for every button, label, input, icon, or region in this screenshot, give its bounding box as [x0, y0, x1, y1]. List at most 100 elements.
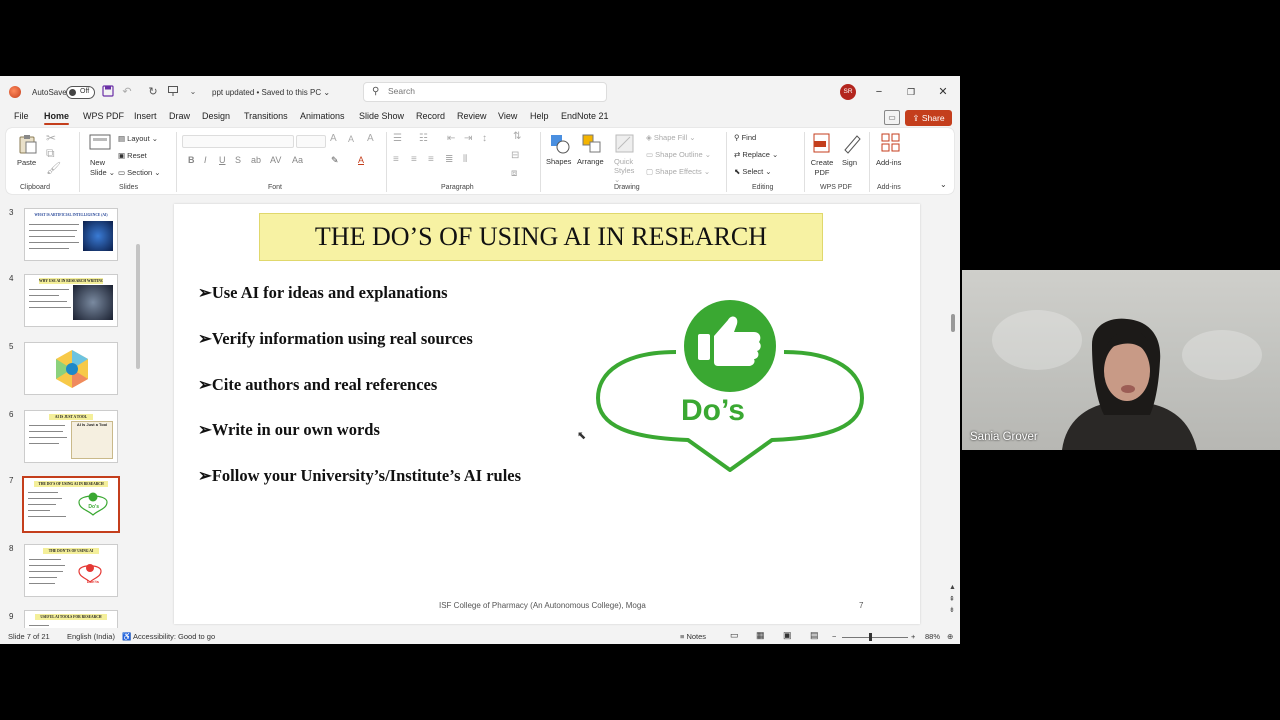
- close-icon[interactable]: ✕: [934, 83, 952, 101]
- bullet-item[interactable]: ➢Use AI for ideas and explanations: [198, 283, 448, 303]
- select-button[interactable]: ⬉ Select ⌄: [734, 167, 772, 176]
- tab-wps-pdf[interactable]: WPS PDF: [83, 111, 124, 121]
- tab-draw[interactable]: Draw: [169, 111, 190, 121]
- undo-icon[interactable]: ↶: [120, 85, 134, 99]
- normal-view-icon[interactable]: ▭: [730, 630, 739, 641]
- document-title[interactable]: ppt updated • Saved to this PC ⌄: [212, 88, 330, 97]
- shapes-icon[interactable]: [549, 133, 571, 154]
- slideshow-view-icon[interactable]: ▤: [810, 630, 819, 641]
- bullet-item[interactable]: ➢Follow your University’s/Institute’s AI…: [198, 466, 521, 486]
- quick-styles-icon[interactable]: [614, 133, 636, 153]
- tab-record[interactable]: Record: [416, 111, 445, 121]
- sign-icon[interactable]: [841, 132, 863, 154]
- numbering-icon[interactable]: ☷: [419, 133, 428, 144]
- slide-footer[interactable]: ISF College of Pharmacy (An Autonomous C…: [439, 601, 646, 610]
- present-icon[interactable]: [166, 85, 180, 99]
- search-input[interactable]: [388, 86, 588, 96]
- format-painter-icon[interactable]: 🖌: [46, 161, 61, 175]
- tab-endnote[interactable]: EndNote 21: [561, 111, 609, 121]
- cut-icon[interactable]: ✂: [46, 131, 56, 145]
- reading-view-icon[interactable]: ▣: [783, 630, 792, 641]
- scroll-up-icon[interactable]: ▲: [949, 584, 956, 591]
- tab-animations[interactable]: Animations: [300, 111, 345, 121]
- font-color-icon[interactable]: A: [358, 155, 364, 165]
- shape-fill-button[interactable]: ◈ Shape Fill ⌄: [646, 133, 696, 142]
- font-name-combo[interactable]: [182, 135, 294, 148]
- minimize-icon[interactable]: −: [870, 83, 888, 101]
- slide-thumbnail-3[interactable]: WHAT IS ARTIFICIAL INTELLIGENCE (AI): [24, 208, 118, 261]
- tab-home[interactable]: Home: [44, 111, 70, 125]
- slide-title[interactable]: THE DO’S OF USING AI IN RESEARCH: [259, 213, 823, 261]
- slide-number[interactable]: 7: [859, 601, 863, 610]
- share-button[interactable]: ⇪ Share: [905, 110, 952, 126]
- tab-transitions[interactable]: Transitions: [244, 111, 288, 121]
- zoom-in-icon[interactable]: +: [911, 632, 915, 641]
- change-case-icon[interactable]: Aa: [292, 155, 303, 165]
- tab-insert[interactable]: Insert: [134, 111, 157, 121]
- font-size-combo[interactable]: [296, 135, 326, 148]
- layout-button[interactable]: ▤ Layout ⌄: [118, 134, 158, 143]
- bullet-item[interactable]: ➢Write in our own words: [198, 420, 380, 440]
- zoom-slider[interactable]: [842, 633, 908, 641]
- shape-effects-button[interactable]: ▢ Shape Effects ⌄: [646, 167, 710, 176]
- clear-format-icon[interactable]: A: [367, 133, 374, 144]
- bold-icon[interactable]: B: [188, 155, 195, 165]
- reset-button[interactable]: ▣ Reset: [118, 151, 147, 160]
- zoom-level[interactable]: 88%: [925, 632, 940, 641]
- notes-button[interactable]: ≡ Notes: [680, 632, 706, 641]
- restore-icon[interactable]: ❐: [902, 83, 920, 101]
- paste-icon[interactable]: [17, 133, 39, 154]
- columns-icon[interactable]: ⫴: [463, 154, 467, 165]
- redo-icon[interactable]: ↻: [146, 85, 160, 99]
- collapse-ribbon-icon[interactable]: ⌄: [940, 180, 947, 189]
- align-center-icon[interactable]: ≡: [411, 154, 417, 165]
- slide-thumbnail-7[interactable]: THE DO'S OF USING AI IN RESEARCH Do's: [22, 476, 120, 533]
- bullet-item[interactable]: ➢Cite authors and real references: [198, 375, 437, 395]
- decrease-indent-icon[interactable]: ⇤: [447, 133, 455, 144]
- create-pdf-icon[interactable]: [811, 132, 833, 153]
- slide-thumbnail-5[interactable]: [24, 342, 118, 395]
- zoom-out-icon[interactable]: −: [832, 632, 836, 641]
- next-slide-icon[interactable]: ⇟: [949, 606, 955, 614]
- underline-icon[interactable]: U: [219, 155, 226, 165]
- smartart-icon[interactable]: ⧈: [511, 168, 517, 179]
- text-direction-icon[interactable]: ⇅: [513, 131, 521, 142]
- tab-review[interactable]: Review: [457, 111, 487, 121]
- fit-to-window-icon[interactable]: ⊕: [947, 632, 953, 641]
- section-button[interactable]: ▭ Section ⌄: [118, 168, 161, 177]
- arrange-icon[interactable]: [581, 133, 603, 153]
- save-icon[interactable]: [101, 85, 115, 99]
- replace-button[interactable]: ⇄ Replace ⌄: [734, 150, 778, 159]
- slide-thumbnail-8[interactable]: THE DON'TS OF USING AI Don'ts: [24, 544, 118, 597]
- increase-indent-icon[interactable]: ⇥: [464, 133, 472, 144]
- dos-thumbs-up-graphic[interactable]: [594, 300, 866, 472]
- user-avatar[interactable]: SR: [840, 84, 856, 100]
- search-box[interactable]: ⚲: [363, 82, 607, 102]
- strikethrough-icon[interactable]: S: [235, 155, 241, 165]
- language-status[interactable]: English (India): [67, 632, 115, 641]
- char-spacing-icon[interactable]: AV: [270, 155, 281, 165]
- line-spacing-icon[interactable]: ↕: [482, 133, 487, 144]
- tab-design[interactable]: Design: [202, 111, 230, 121]
- italic-icon[interactable]: I: [204, 155, 207, 165]
- justify-icon[interactable]: ≣: [445, 154, 453, 165]
- decrease-font-icon[interactable]: A: [348, 134, 354, 144]
- copy-icon[interactable]: ⧉: [46, 146, 55, 161]
- accessibility-status[interactable]: ♿ Accessibility: Good to go: [122, 632, 215, 641]
- slide-thumbnail-9[interactable]: USEFUL AI TOOLS FOR RESEARCH: [24, 610, 118, 628]
- new-slide-label[interactable]: New Slide ⌄: [90, 158, 118, 178]
- slide-thumbnail-4[interactable]: WHY USE AI IN RESEARCH WRITING: [24, 274, 118, 327]
- new-slide-icon[interactable]: [89, 134, 111, 154]
- previous-slide-icon[interactable]: ⇞: [949, 595, 955, 603]
- current-slide[interactable]: THE DO’S OF USING AI IN RESEARCH ➢Use AI…: [174, 204, 920, 624]
- addins-icon[interactable]: [880, 132, 902, 152]
- slide-thumbnail-6[interactable]: AI IS JUST A TOOL AI Is Just a Tool: [24, 410, 118, 463]
- increase-font-icon[interactable]: A: [330, 133, 337, 144]
- slide-scrollbar[interactable]: ▲ ⇞ ⇟: [948, 200, 958, 628]
- shadow-icon[interactable]: ab: [251, 155, 261, 165]
- bullets-icon[interactable]: ☰: [393, 133, 402, 144]
- zoom-slider-thumb[interactable]: [869, 633, 872, 641]
- slide-sorter-icon[interactable]: ▦: [756, 630, 765, 641]
- comments-icon[interactable]: ▭: [884, 110, 900, 125]
- customize-qat-icon[interactable]: ⌄: [186, 85, 200, 99]
